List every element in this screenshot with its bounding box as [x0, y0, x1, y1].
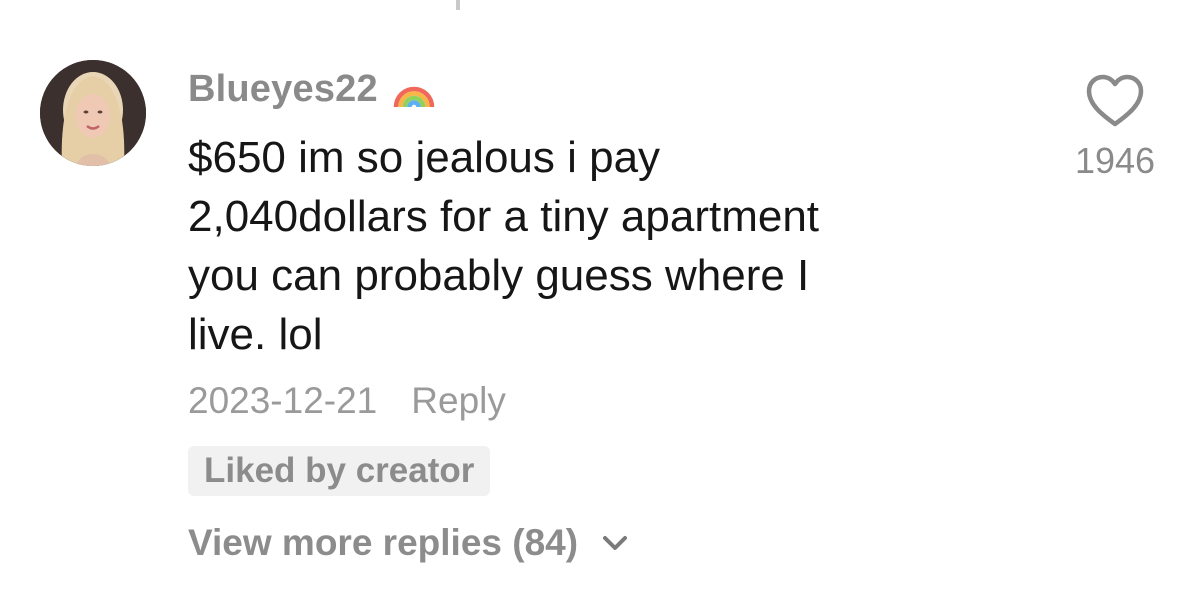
comment-text: $650 im so jealous i pay 2,040dollars fo… — [188, 128, 988, 364]
comment-meta: 2023-12-21 Reply — [188, 380, 506, 422]
liked-by-creator-label: Liked by creator — [204, 451, 475, 490]
comment-item: Blueyes22 $650 im so jealous i pay 2,040… — [0, 0, 1200, 609]
comment-date: 2023-12-21 — [188, 380, 378, 421]
reply-button[interactable]: Reply — [411, 380, 506, 422]
liked-by-creator-badge: Liked by creator — [188, 446, 491, 496]
username[interactable]: Blueyes22 — [188, 68, 378, 111]
rainbow-icon — [393, 86, 435, 108]
chevron-down-icon — [603, 536, 628, 550]
username-row: Blueyes22 — [188, 64, 436, 114]
view-more-replies-button[interactable]: View more replies (84) — [188, 522, 630, 564]
like-column: 1946 — [1070, 72, 1160, 182]
view-more-replies-label: View more replies (84) — [188, 522, 579, 563]
comment-text-line: you can probably guess where I — [188, 251, 810, 300]
avatar[interactable] — [40, 60, 146, 166]
avatar-image — [40, 60, 146, 166]
comment-text-line: 2,040dollars for a tiny apartment — [188, 192, 820, 241]
comment-text-line: live. lol — [188, 310, 323, 359]
like-count: 1946 — [1074, 140, 1156, 181]
heart-outline-icon[interactable] — [1083, 72, 1147, 130]
comment-text-line: $650 im so jealous i pay — [188, 133, 661, 182]
